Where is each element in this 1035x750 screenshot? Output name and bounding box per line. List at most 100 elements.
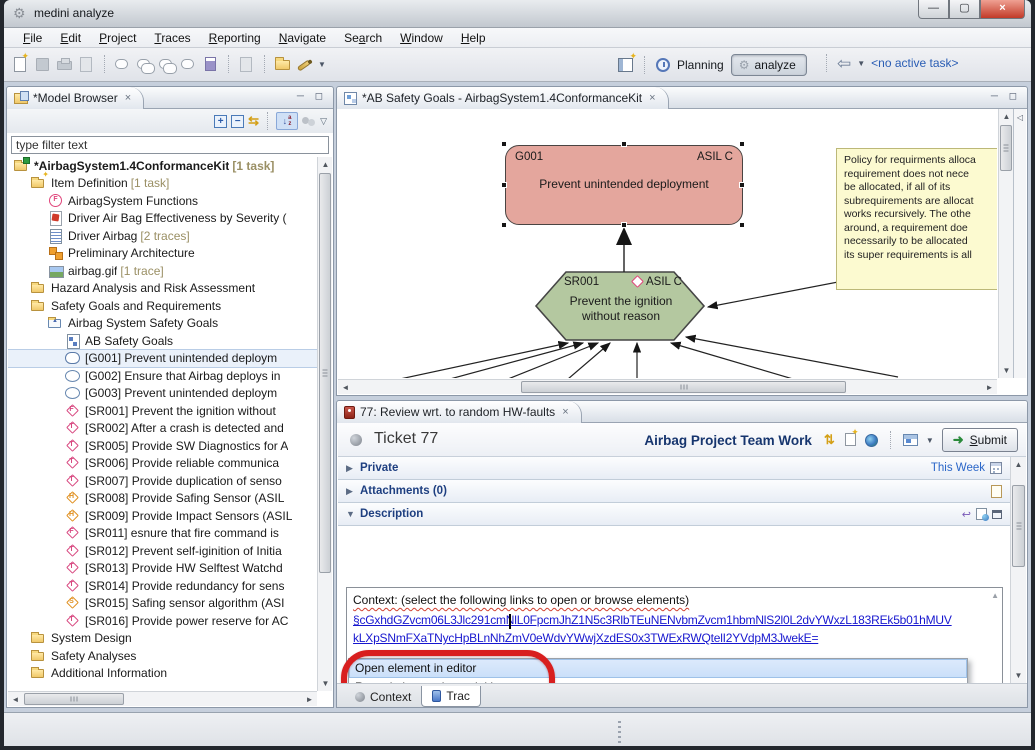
scroll-up-icon[interactable]: ▲ bbox=[991, 591, 999, 600]
open-folder-icon[interactable] bbox=[274, 56, 291, 73]
form-vertical-scrollbar[interactable]: ▲ ▼ bbox=[1010, 457, 1026, 683]
tree-item[interactable]: Safety Analyses bbox=[8, 647, 317, 665]
view-menu-icon[interactable]: ▽ bbox=[320, 116, 327, 127]
scrollbar-thumb[interactable] bbox=[521, 381, 846, 393]
canvas-vertical-scrollbar[interactable]: ▲ ▼ bbox=[998, 109, 1013, 378]
analyze-perspective-button[interactable]: ⚙ analyze bbox=[731, 54, 807, 76]
tree-item[interactable]: Driver Airbag [2 traces] bbox=[8, 227, 317, 245]
tab-context[interactable]: Context bbox=[345, 686, 421, 707]
tab-ab-safety-goals[interactable]: *AB Safety Goals - AirbagSystem1.4Confor… bbox=[337, 87, 669, 109]
menu-item-file[interactable]: File bbox=[14, 31, 51, 45]
tree-item[interactable]: [G003] Prevent unintended deploym bbox=[8, 385, 317, 403]
menu-item-edit[interactable]: Edit bbox=[51, 31, 90, 45]
menu-item-window[interactable]: Window bbox=[391, 31, 452, 45]
tree-item[interactable]: Airbag System Safety Goals bbox=[8, 315, 317, 333]
browser-preview-icon[interactable] bbox=[976, 508, 987, 520]
scroll-right-icon[interactable]: ► bbox=[982, 380, 997, 395]
sync-icon[interactable]: ⇆ bbox=[248, 113, 259, 129]
tree-item[interactable]: [G001] Prevent unintended deploym bbox=[8, 350, 317, 368]
selection-handle[interactable] bbox=[739, 182, 745, 188]
scroll-down-icon[interactable]: ▼ bbox=[999, 363, 1014, 378]
scrollbar-thumb[interactable] bbox=[319, 173, 331, 573]
tree-item[interactable]: *AirbagSystem1.4ConformanceKit [1 task] bbox=[8, 157, 317, 175]
close-icon[interactable]: × bbox=[125, 92, 131, 104]
tree-item[interactable]: H[SR009] Provide Impact Sensors (ASIL bbox=[8, 507, 317, 525]
filter-input[interactable]: type filter text bbox=[11, 136, 329, 154]
open-perspective-icon[interactable] bbox=[618, 58, 633, 72]
element-link-line1[interactable]: §cGxhdGZvcm06L3Jlc291cmNlL0FpcmJhZ1N5c3R… bbox=[353, 613, 952, 627]
selection-handle[interactable] bbox=[621, 222, 627, 228]
tree-item[interactable]: F[SR001] Prevent the ignition without bbox=[8, 402, 317, 420]
tree-item[interactable]: System Design bbox=[8, 630, 317, 648]
print-icon[interactable] bbox=[56, 56, 73, 73]
tree-item[interactable]: Preliminary Architecture bbox=[8, 245, 317, 263]
planning-perspective-label[interactable]: Planning bbox=[677, 58, 724, 72]
comment-icon[interactable] bbox=[114, 56, 131, 73]
selection-handle[interactable] bbox=[739, 222, 745, 228]
tree-item[interactable]: T[SR014] Provide redundancy for sens bbox=[8, 577, 317, 595]
close-icon[interactable]: × bbox=[649, 92, 655, 104]
scroll-down-icon[interactable]: ▼ bbox=[318, 676, 333, 691]
scrollbar-thumb[interactable] bbox=[1012, 485, 1025, 567]
view-minimize-maximize[interactable]: ─ ◻ bbox=[991, 91, 1021, 102]
tree-item[interactable]: AB Safety Goals bbox=[8, 332, 317, 350]
menu-item-reporting[interactable]: Reporting bbox=[200, 31, 270, 45]
this-week-link[interactable]: This Week bbox=[931, 462, 985, 474]
section-description[interactable]: ▼ Description ↩ bbox=[338, 503, 1010, 526]
new-wizard-icon[interactable] bbox=[12, 56, 29, 73]
save-icon[interactable] bbox=[34, 56, 51, 73]
tree-item[interactable]: H[SR008] Provide Safing Sensor (ASIL bbox=[8, 490, 317, 508]
context-menu-item[interactable]: Open element in editor bbox=[349, 659, 967, 678]
tree-vertical-scrollbar[interactable]: ▲ ▼ bbox=[317, 157, 332, 691]
selection-handle[interactable] bbox=[739, 141, 745, 147]
collapsed-arrow-icon[interactable]: ▶ bbox=[346, 486, 360, 497]
table-view-icon[interactable] bbox=[903, 434, 918, 446]
tab-ticket-77[interactable]: 77: Review wrt. to random HW-faults × bbox=[337, 401, 582, 423]
tree-item[interactable]: T[SR016] Provide power reserve for AC bbox=[8, 612, 317, 630]
review-icon[interactable] bbox=[180, 56, 197, 73]
sash-grip[interactable] bbox=[618, 721, 621, 743]
palette-flyout[interactable]: ◁ bbox=[1013, 109, 1026, 378]
chat-icon[interactable] bbox=[158, 56, 175, 73]
chevron-down-icon[interactable]: ▼ bbox=[857, 59, 865, 68]
back-arrow-icon[interactable]: ⇦ bbox=[837, 55, 851, 72]
new-page-icon[interactable] bbox=[843, 432, 857, 449]
chevron-down-icon[interactable]: ▼ bbox=[926, 436, 934, 445]
highlighter-icon[interactable] bbox=[296, 56, 313, 73]
scroll-left-icon[interactable]: ◄ bbox=[338, 380, 353, 395]
goal-node-g001[interactable]: G001 ASIL C Prevent unintended deploymen… bbox=[505, 145, 743, 225]
attachment-page-icon[interactable] bbox=[991, 485, 1002, 498]
tab-model-browser[interactable]: *Model Browser × bbox=[7, 87, 144, 109]
tree-item[interactable]: S[SR015] Safing sensor algorithm (ASI bbox=[8, 595, 317, 613]
tree-item[interactable]: Driver Air Bag Effectiveness by Severity… bbox=[8, 210, 317, 228]
scrollbar-thumb[interactable] bbox=[1000, 125, 1012, 171]
description-editor[interactable]: Context: (select the following links to … bbox=[346, 587, 1003, 683]
tree-item[interactable]: Item Definition [1 task] bbox=[8, 175, 317, 193]
revert-icon[interactable]: ↩ bbox=[962, 508, 971, 521]
sync-icon[interactable]: ⇅ bbox=[824, 432, 835, 448]
diagram-canvas[interactable]: G001 ASIL C Prevent unintended deploymen… bbox=[338, 109, 997, 378]
section-private[interactable]: ▶ Private This Week bbox=[338, 457, 1010, 480]
minimize-button[interactable]: — bbox=[918, 0, 949, 19]
sort-az-icon[interactable]: ↓az bbox=[276, 112, 298, 130]
title-bar[interactable]: ⚙ medini analyze — ▢ × bbox=[4, 0, 1031, 28]
tree-item[interactable]: T[SR005] Provide SW Diagnostics for A bbox=[8, 437, 317, 455]
tab-trac[interactable]: Trac bbox=[421, 686, 481, 707]
menu-item-help[interactable]: Help bbox=[452, 31, 495, 45]
tree-item[interactable]: AirbagSystem Functions bbox=[8, 192, 317, 210]
scroll-down-icon[interactable]: ▼ bbox=[1011, 668, 1026, 683]
menu-item-project[interactable]: Project bbox=[90, 31, 145, 45]
close-button[interactable]: × bbox=[980, 0, 1025, 19]
section-attachments[interactable]: ▶ Attachments (0) bbox=[338, 480, 1010, 503]
tree-item[interactable]: T[SR013] Provide HW Selftest Watchd bbox=[8, 560, 317, 578]
maximize-section-icon[interactable] bbox=[992, 510, 1002, 519]
tree-item[interactable]: airbag.gif [1 trace] bbox=[8, 262, 317, 280]
tree-horizontal-scrollbar[interactable]: ◄ ► bbox=[8, 691, 317, 706]
menu-item-traces[interactable]: Traces bbox=[145, 31, 199, 45]
requirement-node-sr001[interactable]: SR001 ASIL C Prevent the ignition withou… bbox=[538, 272, 704, 340]
policy-note[interactable]: Policy for requirments allocarequirement… bbox=[836, 148, 997, 290]
selection-handle[interactable] bbox=[501, 182, 507, 188]
expanded-arrow-icon[interactable]: ▼ bbox=[346, 509, 360, 519]
selection-handle[interactable] bbox=[621, 141, 627, 147]
element-link-line2[interactable]: kLXpSNmFXaTNycHpBLnNhZmV0eWdvYWwjXzdES0x… bbox=[353, 631, 818, 645]
